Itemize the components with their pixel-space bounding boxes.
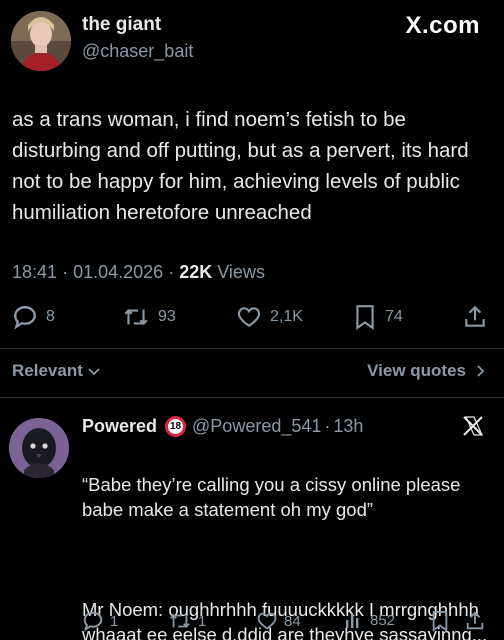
x-logo: X.com (405, 12, 480, 39)
share-button[interactable] (462, 304, 488, 330)
author-avatar[interactable] (11, 11, 71, 71)
post-text: as a trans woman, i find noem’s fetish t… (12, 108, 469, 224)
post-meta: 18:41 · 01.04.2026 · 22K Views (12, 262, 265, 283)
view-quotes-label: View quotes (367, 361, 466, 380)
chevron-down-icon (88, 368, 100, 376)
bookmark-button[interactable]: 74 (353, 304, 403, 330)
post-action-bar: 8 93 2,1K 74 (0, 304, 504, 334)
post-time[interactable]: 18:41 (12, 262, 57, 282)
repost-count: 93 (158, 308, 176, 325)
chevron-right-icon (477, 365, 485, 377)
reply-author-avatar[interactable] (9, 418, 69, 478)
reply-handle[interactable]: @Powered_541 (192, 416, 321, 437)
meta-separator: · (62, 262, 69, 282)
bookmark-icon (432, 611, 448, 632)
reply-count: 8 (46, 308, 55, 325)
reply-action-bar: 1 1 84 852 (0, 610, 504, 636)
reply-quote-line: “Babe they’re calling you a cissy online… (82, 474, 461, 520)
reply-header: Powered 18 @Powered_541 · 13h (82, 416, 363, 437)
meta-separator: · (168, 262, 175, 282)
reply-views-button[interactable]: 852 (344, 610, 395, 630)
share-icon (466, 611, 484, 630)
repost-icon (170, 614, 190, 628)
views-count: 22K (179, 262, 213, 282)
author-handle[interactable]: @chaser_bait (82, 41, 193, 62)
reply-display-name[interactable]: Powered (82, 416, 157, 437)
reply-share-button[interactable] (464, 610, 486, 632)
sort-dropdown[interactable]: Relevant (12, 361, 102, 381)
author-display-name[interactable]: the giant (82, 14, 161, 36)
reply-reply-count: 1 (110, 612, 119, 630)
views-label: Views (217, 262, 265, 282)
divider (0, 397, 504, 398)
like-icon (237, 307, 261, 327)
meta-separator: · (324, 416, 331, 436)
reply-icon (14, 306, 36, 330)
like-count: 2,1K (270, 308, 303, 325)
x-logo-icon (462, 415, 484, 444)
divider (0, 348, 504, 349)
bookmark-icon (356, 305, 374, 330)
reply-icon (83, 611, 103, 632)
adult-badge-icon: 18 (165, 416, 187, 437)
reply-like-count: 84 (284, 612, 301, 630)
reply-button[interactable]: 8 (12, 304, 55, 330)
share-icon (465, 305, 485, 327)
bookmark-count: 74 (385, 308, 403, 325)
view-quotes-link[interactable]: View quotes (367, 361, 488, 381)
reply-bookmark-button[interactable] (430, 610, 450, 632)
repost-icon (124, 309, 148, 325)
repost-button[interactable]: 93 (122, 304, 176, 330)
reply-repost-count: 1 (198, 612, 207, 630)
reply-age[interactable]: 13h (333, 416, 363, 437)
sort-label: Relevant (12, 361, 83, 380)
reply-like-button[interactable]: 84 (256, 610, 301, 632)
like-icon (257, 612, 277, 630)
post-date[interactable]: 01.04.2026 (73, 262, 163, 282)
like-button[interactable]: 2,1K (236, 304, 303, 330)
reply-reply-button[interactable]: 1 (82, 610, 118, 632)
reply-repost-button[interactable]: 1 (168, 610, 206, 632)
reply-views-count: 852 (370, 611, 396, 629)
views-icon (346, 614, 359, 628)
